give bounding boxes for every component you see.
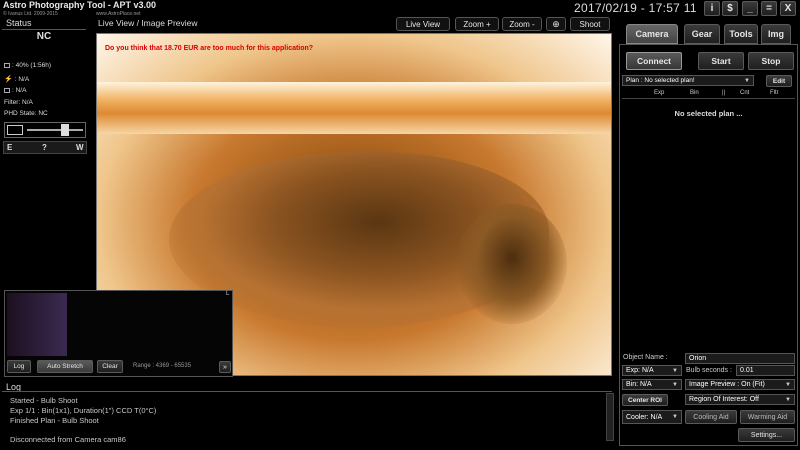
histogram-log-button[interactable]: Log bbox=[7, 360, 31, 373]
flag-error: E bbox=[7, 143, 13, 152]
log-entry: Finished Plan - Bulb Shoot bbox=[10, 416, 99, 425]
guide-graph-line bbox=[27, 129, 83, 131]
maximize-button[interactable]: = bbox=[761, 1, 777, 16]
status-title: Status bbox=[6, 18, 32, 28]
exposure-select[interactable]: Exp: N/A bbox=[622, 365, 682, 376]
center-roi-button[interactable]: Center ROI bbox=[622, 394, 668, 406]
plan-empty-message: No selected plan ... bbox=[674, 109, 743, 118]
preview-image-cat-head bbox=[457, 204, 567, 324]
tab-tools[interactable]: Tools bbox=[724, 24, 758, 44]
temperature-row: : N/A bbox=[4, 87, 26, 94]
region-of-interest-select[interactable]: Region Of Interest: Off bbox=[685, 394, 795, 405]
tab-gear[interactable]: Gear bbox=[684, 24, 720, 44]
zoom-in-button[interactable]: Zoom + bbox=[455, 17, 499, 31]
clock: 2017/02/19 - 17:57 11 bbox=[574, 1, 697, 15]
plan-select[interactable]: Plan : No selected plan! bbox=[622, 75, 754, 86]
object-name-field[interactable]: Orion bbox=[685, 353, 795, 364]
phd-state: PHD State: NC bbox=[4, 110, 48, 117]
close-button[interactable]: X bbox=[780, 1, 796, 16]
stop-button[interactable]: Stop bbox=[748, 52, 794, 70]
histogram-clear-button[interactable]: Clear bbox=[97, 360, 123, 373]
tab-img[interactable]: Img bbox=[761, 24, 791, 44]
flag-question: ? bbox=[42, 143, 47, 152]
cooler-select[interactable]: Cooler: N/A bbox=[622, 410, 682, 424]
power-icon: ⚡ bbox=[4, 76, 13, 83]
object-name-label: Object Name : bbox=[623, 354, 668, 361]
plan-col-exp: Exp bbox=[654, 90, 665, 96]
donate-button[interactable]: $ bbox=[722, 1, 738, 16]
plan-col-cnt: Cnt bbox=[740, 90, 750, 96]
auto-stretch-button[interactable]: Auto Stretch bbox=[37, 360, 93, 373]
bulb-seconds-label: Bulb seconds : bbox=[686, 367, 732, 374]
app-copyright: © Ivanus Ltd. 2009-2015 bbox=[3, 11, 58, 17]
camera-state: NC bbox=[36, 31, 52, 42]
flag-warning: W bbox=[76, 143, 84, 152]
zoom-out-button[interactable]: Zoom - bbox=[502, 17, 542, 31]
image-preview-select[interactable]: Image Preview : On (Fit) bbox=[685, 379, 795, 390]
battery-icon bbox=[4, 62, 10, 68]
nag-message: Do you think that 18.70 EUR are too much… bbox=[105, 45, 314, 52]
histogram-corner-mark: L bbox=[226, 291, 230, 297]
minimize-button[interactable]: _ bbox=[742, 1, 758, 16]
battery-value: : 40% (1:56h) bbox=[12, 62, 52, 69]
plan-col-fltr: Fltr bbox=[770, 90, 779, 96]
shoot-button[interactable]: Shoot bbox=[570, 17, 610, 31]
cooling-aid-button[interactable]: Cooling Aid bbox=[685, 410, 737, 424]
bulb-seconds-field[interactable]: 0.01 bbox=[736, 365, 795, 376]
histogram-thumbnail bbox=[7, 293, 67, 356]
plan-col-pause: || bbox=[722, 90, 726, 96]
log-scrollbar[interactable] bbox=[606, 393, 614, 441]
bin-select[interactable]: Bin: N/A bbox=[622, 379, 682, 390]
guide-graph bbox=[4, 122, 86, 138]
status-divider bbox=[2, 29, 86, 30]
info-button[interactable]: i bbox=[704, 1, 720, 16]
log-entry: Exp 1/1 : Bin(1x1), Duration(1") CCD T(0… bbox=[10, 406, 157, 415]
plan-col-bin: Bin bbox=[690, 90, 699, 96]
guide-graph-marker bbox=[61, 124, 69, 136]
plan-table-header: Exp Bin || Cnt Fltr bbox=[622, 90, 795, 99]
chevron-down-icon[interactable]: » bbox=[219, 361, 231, 373]
log-entry: Disconnected from Camera cam86 bbox=[10, 435, 126, 444]
log-divider bbox=[2, 391, 612, 392]
warming-aid-button[interactable]: Warming Aid bbox=[740, 410, 795, 424]
app-title: Astro Photography Tool - APT v3.00 bbox=[3, 0, 157, 10]
power-value: : N/A bbox=[14, 76, 30, 83]
live-view-button[interactable]: Live View bbox=[396, 17, 450, 31]
crosshair-icon[interactable]: ⊕ bbox=[546, 17, 566, 31]
settings-button[interactable]: Settings... bbox=[738, 428, 795, 442]
edit-plan-button[interactable]: Edit bbox=[766, 75, 792, 87]
thermometer-icon bbox=[4, 87, 10, 93]
tab-camera[interactable]: Camera bbox=[626, 24, 678, 44]
log-entry: Started - Bulb Shoot bbox=[10, 396, 78, 405]
flag-bar: E ? W bbox=[3, 141, 87, 154]
live-view-title: Live View / Image Preview bbox=[98, 18, 198, 28]
battery-row: : 40% (1:56h) bbox=[4, 62, 51, 69]
start-button[interactable]: Start bbox=[698, 52, 744, 70]
preview-image-fabric bbox=[97, 82, 611, 134]
guide-graph-box-icon bbox=[7, 125, 23, 135]
connect-button[interactable]: Connect bbox=[626, 52, 682, 70]
histogram-range: Range : 4369 - 65535 bbox=[133, 363, 192, 369]
filter-status: Filter: N/A bbox=[4, 99, 33, 106]
app-website: www.AstroPlace.net bbox=[96, 11, 141, 17]
power-row: ⚡: N/A bbox=[4, 75, 29, 83]
temperature-value: : N/A bbox=[12, 87, 27, 94]
